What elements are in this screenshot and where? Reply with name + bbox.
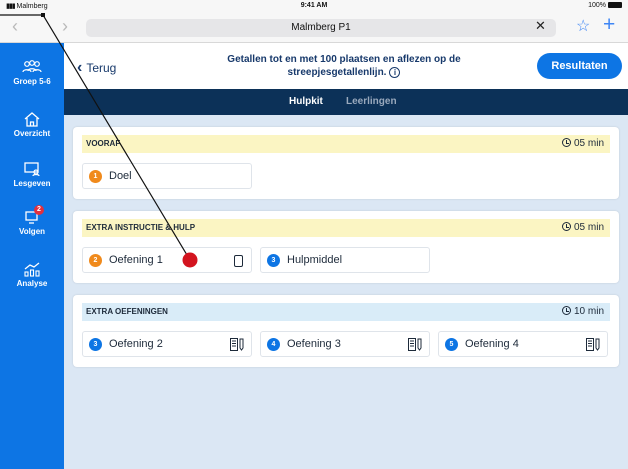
duration-label: 10 min [573,306,604,317]
notification-badge: 2 [34,205,44,215]
results-button[interactable]: Resultaten [537,53,622,79]
sidebar-item-lesgeven[interactable]: Lesgeven [0,161,64,188]
address-bar[interactable]: Malmberg P1 [86,19,556,37]
activity-card-doel[interactable]: 1 Doel [82,163,252,189]
activity-number-badge: 5 [445,338,458,351]
worksheet-icon [586,338,600,351]
worksheet-icon [408,338,422,351]
clock-icon [561,138,571,147]
section-header: EXTRA OEFENINGEN 10 min [82,303,610,321]
tab-bar: Hulpkit Leerlingen [64,89,628,115]
section-title: EXTRA OEFENINGEN [86,307,168,316]
sidebar-item-overzicht[interactable]: Overzicht [0,111,64,138]
sidebar-item-label: Groep 5-6 [13,77,51,86]
sidebar: Groep 5-6 Overzicht Lesgeven 2 Volgen An… [0,43,64,469]
sidebar-item-volgen[interactable]: 2 Volgen [0,205,64,236]
lesson-header: ‹ Terug Getallen tot en met 100 plaatsen … [64,43,628,89]
section-extra-instructie: EXTRA INSTRUCTIE & HULP 05 min 2 Oefenin… [73,211,619,283]
page-title: Getallen tot en met 100 plaatsen en afle… [194,53,494,79]
activity-label: Oefening 1 [109,254,163,266]
browser-back-icon[interactable]: ‹ [12,17,18,35]
sidebar-item-label: Overzicht [13,129,51,138]
sidebar-item-groep[interactable]: Groep 5-6 [0,59,64,86]
back-button[interactable]: ‹ Terug [77,59,116,77]
activity-number-badge: 4 [267,338,280,351]
sidebar-item-analyse[interactable]: Analyse [0,261,64,288]
browser-toolbar: ‹ › Malmberg P1 ✕ ☆ + [0,12,628,43]
battery-icon [608,2,622,8]
section-title: EXTRA INSTRUCTIE & HULP [86,223,196,232]
clock-icon [561,306,571,315]
activity-number-badge: 1 [89,170,102,183]
section-title: VOORAF [86,139,121,148]
page-title-line2: streepjesgetallenlijn. i [194,66,494,79]
section-duration: 10 min [561,303,604,321]
clear-address-icon[interactable]: ✕ [535,18,546,34]
new-tab-icon[interactable]: + [603,13,615,37]
activity-number-badge: 2 [89,254,102,267]
browser-forward-icon[interactable]: › [62,17,68,35]
section-duration: 05 min [561,135,604,153]
section-duration: 05 min [561,219,604,237]
battery-indicator: 100% [588,2,622,9]
chevron-left-icon: ‹ [77,59,83,76]
follow-icon: 2 [22,205,44,225]
info-icon[interactable]: i [389,67,401,78]
section-header: EXTRA INSTRUCTIE & HULP 05 min [82,219,610,237]
section-extra-oefeningen: EXTRA OEFENINGEN 10 min 3 Oefening 2 4 O… [73,295,619,367]
back-label: Terug [86,61,117,75]
activity-card-oefening-4[interactable]: 5 Oefening 4 [438,331,608,357]
home-icon [22,111,42,127]
tablet-icon [234,255,243,267]
activity-label: Oefening 4 [465,338,519,350]
sidebar-item-label: Volgen [18,227,46,236]
page-title-line1: Getallen tot en met 100 plaatsen en afle… [227,54,461,65]
ios-status-bar: ▮▮▮ Malmberg 9:41 AM 100% [0,0,628,12]
worksheet-icon [230,338,244,351]
activity-card-hulpmiddel[interactable]: 3 Hulpmiddel [260,247,430,273]
section-header: VOORAF 05 min [82,135,610,153]
duration-label: 05 min [573,222,604,233]
activity-number-badge: 3 [89,338,102,351]
tab-hulpkit[interactable]: Hulpkit [289,96,323,107]
sidebar-item-label: Lesgeven [13,179,51,188]
activity-card-oefening-2[interactable]: 3 Oefening 2 [82,331,252,357]
duration-label: 05 min [573,138,604,149]
analysis-icon [22,261,42,277]
section-vooraf: VOORAF 05 min 1 Doel [73,127,619,199]
clock-label: 9:41 AM [300,2,328,9]
activity-card-oefening-1[interactable]: 2 Oefening 1 [82,247,252,273]
group-icon [22,59,42,75]
activity-label: Doel [109,170,132,182]
presentation-icon [22,161,42,177]
bookmark-star-icon[interactable]: ☆ [576,16,590,36]
sidebar-item-label: Analyse [16,279,48,288]
activity-label: Hulpmiddel [287,254,343,266]
activity-card-oefening-3[interactable]: 4 Oefening 3 [260,331,430,357]
tab-leerlingen[interactable]: Leerlingen [346,96,397,107]
clock-icon [561,222,571,231]
page-title-line2-text: streepjesgetallenlijn. [287,67,387,78]
activity-label: Oefening 3 [287,338,341,350]
content-area: VOORAF 05 min 1 Doel EXTRA INSTRUCTIE & … [64,115,628,469]
activity-label: Oefening 2 [109,338,163,350]
activity-number-badge: 3 [267,254,280,267]
